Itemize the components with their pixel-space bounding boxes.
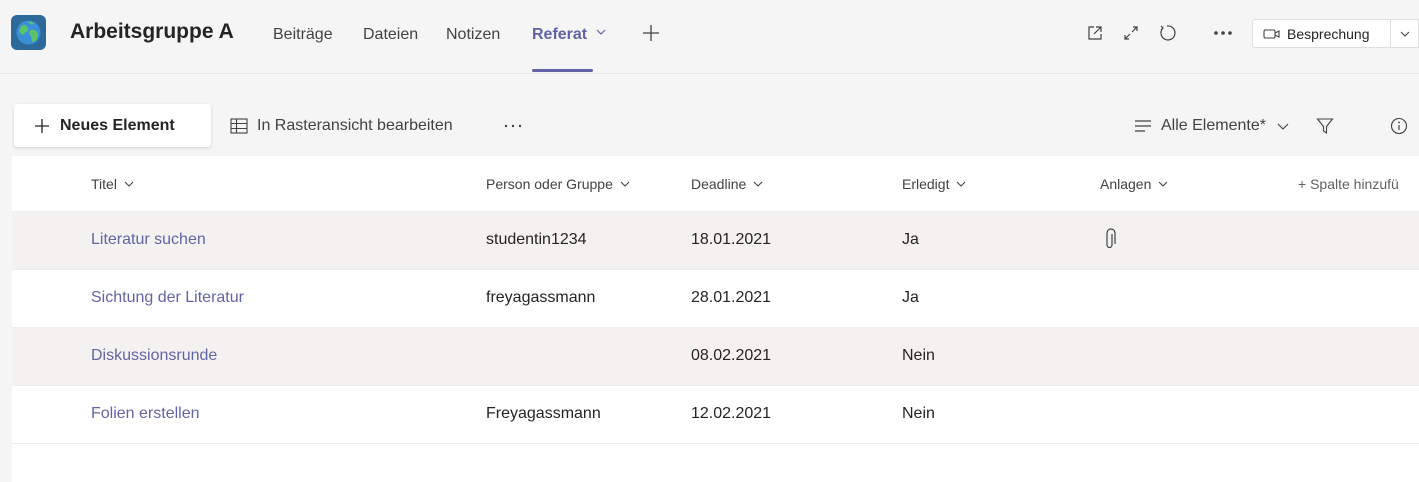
filter-button[interactable] (1312, 112, 1338, 140)
column-header-titel[interactable]: Titel (91, 176, 135, 192)
chevron-down-icon (1277, 123, 1289, 130)
chevron-down-icon (124, 181, 134, 187)
info-button[interactable] (1386, 112, 1412, 140)
chevron-down-icon (596, 29, 606, 35)
more-options-button[interactable] (1210, 20, 1236, 46)
deadline-cell: 12.02.2021 (691, 405, 772, 422)
add-tab-icon (643, 25, 659, 41)
column-header-person[interactable]: Person oder Gruppe (486, 176, 631, 192)
view-lines-icon (1135, 120, 1151, 132)
person-cell: studentin1234 (486, 231, 587, 248)
chevron-down-icon (1159, 181, 1168, 187)
table-row[interactable]: Sichtung der Literatur freyagassmann 28.… (12, 270, 1419, 328)
expand-icon (1124, 26, 1138, 40)
refresh-icon (1160, 25, 1176, 41)
column-header-anlagen[interactable]: Anlagen (1100, 176, 1169, 192)
deadline-cell: 28.01.2021 (691, 289, 772, 306)
done-cell: Nein (902, 405, 935, 422)
column-header-label: Titel (91, 176, 117, 192)
video-icon (1263, 28, 1280, 39)
meeting-button[interactable]: Besprechung (1252, 19, 1391, 48)
done-cell: Nein (902, 347, 935, 364)
column-header-label: Deadline (691, 176, 747, 192)
new-item-button[interactable]: Neues Element (14, 104, 211, 147)
globe-icon (16, 20, 41, 45)
info-icon (1390, 117, 1408, 135)
view-selector-label: Alle Elemente* (1161, 117, 1266, 134)
item-title-link[interactable]: Folien erstellen (91, 405, 200, 423)
tab-dateien[interactable]: Dateien (363, 26, 418, 44)
chevron-down-icon (957, 181, 966, 187)
item-title-link[interactable]: Sichtung der Literatur (91, 289, 244, 307)
column-header-label: Person oder Gruppe (486, 176, 613, 192)
new-item-label: Neues Element (60, 116, 175, 134)
column-header-label: Anlagen (1100, 176, 1152, 192)
person-cell: freyagassmann (486, 289, 596, 306)
grid-edit-button[interactable]: In Rasteransicht bearbeiten (230, 112, 453, 140)
deadline-cell: 08.02.2021 (691, 347, 772, 364)
team-logo[interactable] (11, 15, 46, 50)
tab-beitraege[interactable]: Beiträge (273, 26, 333, 44)
view-selector[interactable]: Alle Elemente* (1134, 112, 1290, 140)
list-view: Titel Person oder Gruppe Deadline Erledi… (12, 156, 1419, 482)
more-icon (504, 124, 522, 128)
table-row[interactable]: Folien erstellen Freyagassmann 12.02.202… (12, 386, 1419, 444)
active-tab-indicator (532, 69, 593, 72)
item-title-link[interactable]: Literatur suchen (91, 231, 206, 249)
team-name: Arbeitsgruppe A (70, 20, 234, 43)
grid-icon (230, 118, 248, 134)
chevron-down-icon (620, 181, 630, 187)
table-row[interactable]: Diskussionsrunde 08.02.2021 Nein (12, 328, 1419, 386)
chevron-down-icon (1400, 31, 1409, 37)
item-title-link[interactable]: Diskussionsrunde (91, 347, 217, 365)
channel-header: Arbeitsgruppe A Beiträge Dateien Notizen… (0, 0, 1419, 74)
popout-icon (1088, 26, 1102, 40)
command-more-button[interactable] (500, 112, 526, 140)
refresh-button[interactable] (1154, 20, 1180, 46)
add-column-button[interactable]: + Spalte hinzufü (1298, 176, 1399, 192)
tab-notizen[interactable]: Notizen (446, 26, 500, 44)
plus-icon (35, 118, 49, 133)
column-header-deadline[interactable]: Deadline (691, 176, 764, 192)
deadline-cell: 18.01.2021 (691, 231, 772, 248)
done-cell: Ja (902, 289, 919, 306)
list-header: Titel Person oder Gruppe Deadline Erledi… (12, 156, 1419, 212)
meeting-dropdown-button[interactable] (1390, 19, 1419, 48)
column-header-label: Erledigt (902, 176, 950, 192)
tab-referat[interactable]: Referat (532, 26, 607, 44)
table-row[interactable]: Literatur suchen studentin1234 18.01.202… (12, 212, 1419, 270)
add-tab-button[interactable] (638, 20, 664, 46)
column-header-erledigt[interactable]: Erledigt (902, 176, 967, 192)
tab-referat-label: Referat (532, 26, 588, 43)
more-icon (1214, 31, 1232, 35)
chevron-down-icon (753, 181, 763, 187)
grid-edit-label: In Rasteransicht bearbeiten (257, 117, 453, 134)
filter-icon (1316, 118, 1334, 135)
person-cell: Freyagassmann (486, 405, 601, 422)
meeting-button-label: Besprechung (1287, 25, 1370, 42)
expand-button[interactable] (1118, 20, 1144, 46)
done-cell: Ja (902, 231, 919, 248)
popout-button[interactable] (1082, 20, 1108, 46)
paperclip-icon[interactable] (1102, 228, 1118, 252)
